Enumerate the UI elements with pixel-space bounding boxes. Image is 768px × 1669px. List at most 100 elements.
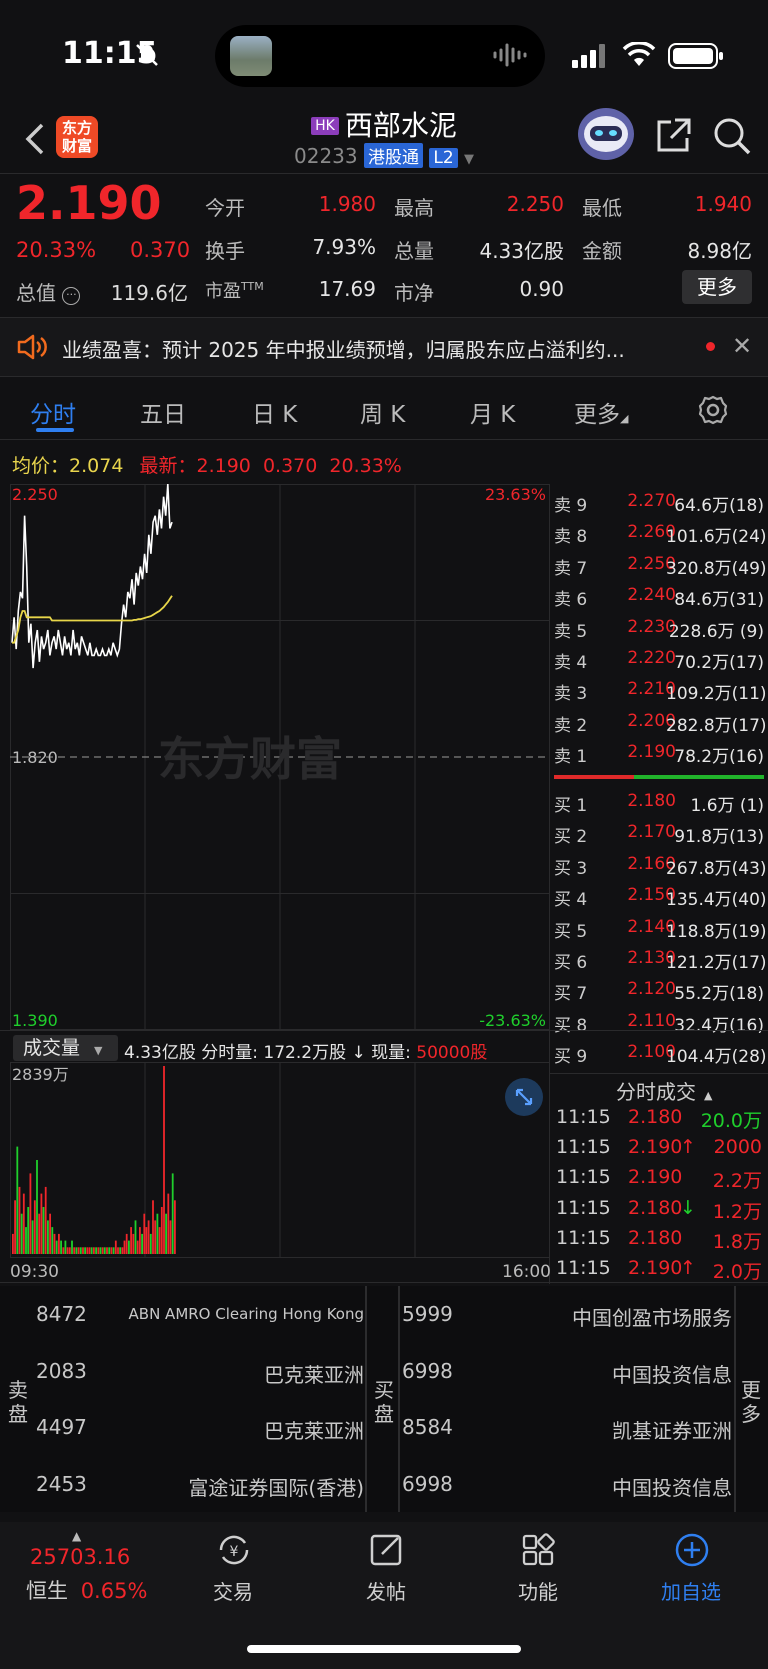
ask-row[interactable]: 卖 2 2.200 282.8万(17) xyxy=(554,705,767,736)
buy-broker-name[interactable]: 中国创盈市场服务 xyxy=(470,1302,732,1331)
fenshi-volume-value: 172.2万股 xyxy=(263,1043,347,1063)
ask-row[interactable]: 卖 1 2.190 78.2万(16) xyxy=(554,736,764,767)
ask-row[interactable]: 卖 8 2.260 101.6万(24) xyxy=(554,516,767,548)
expand-icon[interactable] xyxy=(505,1078,543,1116)
tick-price: 2.180 xyxy=(628,1106,683,1128)
tick-volume: 2000 xyxy=(713,1136,762,1159)
bid-row[interactable]: 买 7 2.120 55.2万(18) xyxy=(554,973,764,1004)
pct-label-top: 23.63% xyxy=(485,485,546,504)
sell-side-label: 卖盘 xyxy=(8,1378,28,1426)
sell-broker-name[interactable]: 巴克莱亚洲 xyxy=(100,1415,364,1444)
info-icon[interactable]: ··· xyxy=(62,287,81,305)
current-price: 2.190 xyxy=(16,176,162,230)
tab-fenshi[interactable]: 分时 xyxy=(30,395,76,429)
level-label: 卖 2 xyxy=(554,715,588,736)
close-icon[interactable]: ✕ xyxy=(732,332,752,360)
bid-row[interactable]: 买 6 2.130 121.2万(17) xyxy=(554,942,767,973)
sell-broker-id[interactable]: 2453 xyxy=(36,1472,87,1496)
index-value[interactable]: 25703.16 xyxy=(30,1545,130,1569)
volume-bar xyxy=(130,1227,132,1254)
quote-value-7: 0.90 xyxy=(519,277,564,301)
buy-broker-name[interactable]: 凯基证券亚洲 xyxy=(470,1415,732,1444)
buy-broker-id[interactable]: 6998 xyxy=(402,1359,453,1383)
index-ticker[interactable]: 恒生 0.65% xyxy=(26,1575,147,1605)
tab-week-k[interactable]: 周 K xyxy=(360,395,405,429)
sell-broker-name[interactable]: 巴克莱亚洲 xyxy=(100,1359,364,1388)
ask-row[interactable]: 卖 7 2.250 320.8万(49) xyxy=(554,548,767,579)
ask-row[interactable]: 卖 9 2.270 64.6万(18) xyxy=(554,485,764,516)
sell-broker-name[interactable]: 富途证券国际(香港) xyxy=(100,1472,364,1501)
bid-row[interactable]: 买 2 2.170 91.8万(13) xyxy=(554,816,764,847)
volume-bar xyxy=(79,1247,82,1254)
sell-broker-name[interactable]: ABN AMRO Clearing Hong Kong xyxy=(100,1305,364,1323)
nav-trade[interactable]: ¥ 交易 xyxy=(183,1532,283,1612)
tab-divider xyxy=(0,439,768,440)
assistant-avatar[interactable] xyxy=(578,108,634,160)
buy-broker-name[interactable]: 中国投资信息 xyxy=(470,1472,732,1501)
volume-bar xyxy=(49,1213,51,1254)
nav-add-watchlist[interactable]: 加自选 xyxy=(641,1532,741,1612)
sell-broker-id[interactable]: 4497 xyxy=(36,1415,87,1439)
tab-month-k[interactable]: 月 K xyxy=(470,395,515,429)
ask-row[interactable]: 卖 4 2.220 70.2万(17) xyxy=(554,642,764,673)
tick-list-header[interactable]: 分时成交 ▲ xyxy=(616,1076,712,1105)
buy-broker-id[interactable]: 6998 xyxy=(402,1472,453,1496)
broker-more-button[interactable]: 更多 xyxy=(741,1378,763,1426)
buy-broker-name[interactable]: 中国投资信息 xyxy=(470,1359,732,1388)
search-icon[interactable] xyxy=(712,116,752,156)
volume-chart[interactable]: 2839万 xyxy=(10,1062,550,1258)
notice-text[interactable]: 业绩盈喜：预计 2025 年中报业绩预增，归属股东应占溢利约... xyxy=(62,334,692,363)
nav-functions[interactable]: 功能 xyxy=(488,1532,588,1612)
volume-bar xyxy=(27,1207,30,1254)
volume-bar xyxy=(114,1240,117,1254)
volume-bar xyxy=(53,1233,56,1254)
sell-broker-id[interactable]: 8472 xyxy=(36,1302,87,1326)
volume-bar xyxy=(112,1247,115,1254)
intraday-chart[interactable]: 东方财富 2.250 1.820 1.390 23.63% -23.63% xyxy=(10,484,550,1030)
market-cap-value: 119.6亿 xyxy=(110,281,188,305)
level-label: 卖 8 xyxy=(554,527,588,548)
volume-bar xyxy=(22,1193,25,1254)
x-label-end: 16:00 xyxy=(502,1262,551,1282)
more-quote-button[interactable]: 更多 xyxy=(682,270,752,304)
bid-row[interactable]: 买 5 2.140 118.8万(19) xyxy=(554,911,767,942)
plus-circle-icon xyxy=(675,1533,709,1567)
bid-row[interactable]: 买 1 2.180 1.6万 (1) xyxy=(554,785,764,816)
ask-row[interactable]: 卖 3 2.210 109.2万(11) xyxy=(554,673,767,704)
dropdown-icon[interactable]: ▼ xyxy=(464,152,474,167)
nav-functions-label: 功能 xyxy=(518,1580,558,1604)
speaker-icon xyxy=(16,333,48,365)
ask-row[interactable]: 卖 5 2.230 228.6万 (9) xyxy=(554,611,764,642)
quote-label-1: 最高 xyxy=(394,192,434,221)
bid-row[interactable]: 买 8 2.110 32.4万(16) xyxy=(554,1005,764,1036)
bid-row[interactable]: 买 3 2.160 267.8万(43) xyxy=(554,848,767,879)
settings-gear-icon[interactable] xyxy=(697,394,729,430)
tab-five-day[interactable]: 五日 xyxy=(140,395,186,429)
broker-col-divider xyxy=(398,1286,400,1512)
buy-broker-id[interactable]: 8584 xyxy=(402,1415,453,1439)
tab-more[interactable]: 更多◢ xyxy=(574,395,628,429)
tick-direction-icon: ↑ xyxy=(680,1257,696,1279)
buy-broker-id[interactable]: 5999 xyxy=(402,1302,453,1326)
level-volume: 118.8万(19) xyxy=(666,921,767,942)
nav-post[interactable]: 发帖 xyxy=(336,1532,436,1612)
stock-name: 西部水泥 xyxy=(344,109,457,142)
quote-label-2: 最低 xyxy=(582,192,622,221)
x-label-start: 09:30 xyxy=(10,1262,59,1282)
level-label: 卖 6 xyxy=(554,590,588,611)
bid-row[interactable]: 买 4 2.150 135.4万(40) xyxy=(554,879,767,910)
share-icon[interactable] xyxy=(653,116,693,156)
volume-bar xyxy=(60,1240,62,1254)
ask-row[interactable]: 卖 6 2.240 84.6万(31) xyxy=(554,579,764,610)
volume-selector[interactable]: 成交量 ▼ xyxy=(13,1035,118,1061)
sell-broker-id[interactable]: 2083 xyxy=(36,1359,87,1383)
tick-volume: 1.8万 xyxy=(712,1230,762,1253)
nav-post-label: 发帖 xyxy=(366,1580,406,1604)
volume-bar xyxy=(125,1233,128,1254)
bid-row[interactable]: 买 9 2.100 104.4万(28) xyxy=(554,1036,767,1067)
quote-label-text: 最低 xyxy=(582,196,622,220)
volume-bar xyxy=(73,1247,76,1254)
quote-label-text: 换手 xyxy=(205,239,245,263)
tab-day-k[interactable]: 日 K xyxy=(252,395,297,429)
quote-value-0: 1.980 xyxy=(318,192,376,216)
